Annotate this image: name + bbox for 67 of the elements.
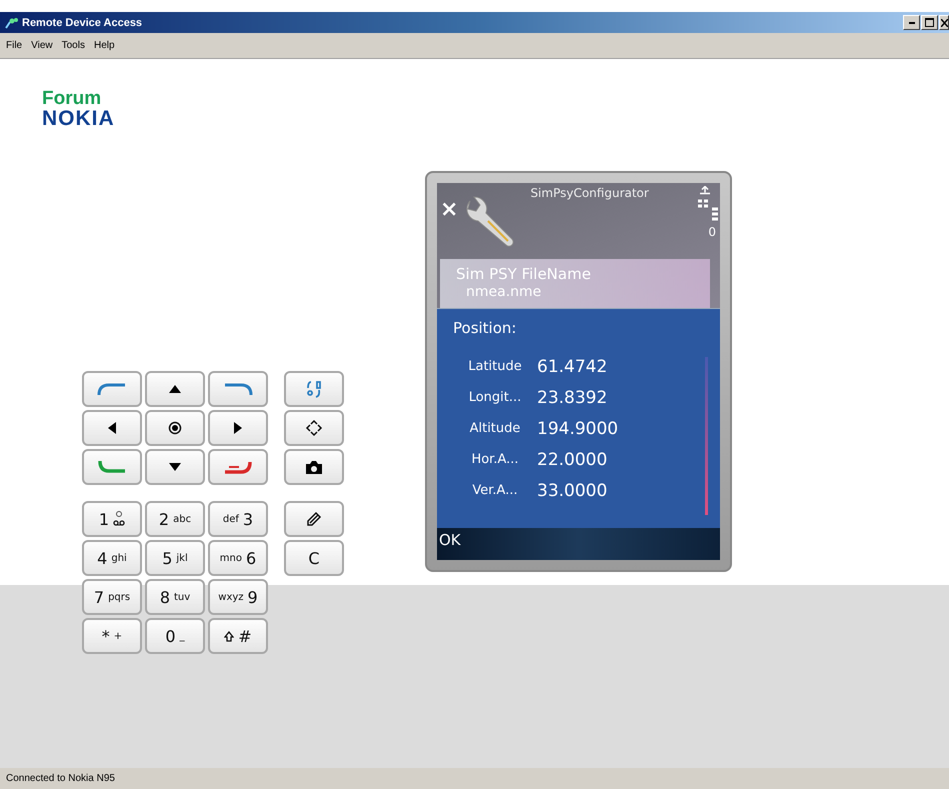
select-icon [168,421,182,435]
multimedia-key-icon [305,419,323,437]
keypad-key[interactable]: 5 jkl [145,540,205,576]
field-value: 61.4742 [537,356,608,376]
voicemail-icon [113,511,126,527]
down-arrow-icon [169,463,181,471]
camera-icon [306,460,322,474]
menu-item[interactable]: View [31,40,53,51]
keypad-key[interactable] [145,410,205,446]
logo-text: NOKIA [42,109,115,129]
close-button[interactable] [939,15,949,30]
field-value: 33.0000 [537,480,608,500]
field-label: Longit... [468,390,522,405]
menu-item[interactable]: Tools [62,40,85,51]
end-call-icon [223,460,253,474]
app-icon [4,16,18,28]
status-indicators-icon [697,186,718,221]
keypad-key[interactable]: 7 pqrs [82,579,142,615]
menu-item[interactable]: File [6,40,22,51]
field-value: 22.0000 [537,450,608,470]
keypad-key[interactable] [284,449,344,485]
field-label: Latitude [467,359,523,374]
keypad-key[interactable] [208,410,268,446]
soft-key-icon [97,382,127,396]
left-arrow-icon [108,422,116,434]
minimize-icon [908,22,914,24]
field-label: Hor.A... [470,452,520,467]
soft-key-icon [223,382,253,396]
keypad-key[interactable]: mno 6 [208,540,268,576]
keypad-key[interactable]: def 3 [208,501,268,537]
clear-key[interactable]: C [284,540,344,576]
right-arrow-icon [234,422,242,434]
shift-icon [224,630,234,642]
scrollbar[interactable] [705,357,708,515]
call-icon [97,460,127,474]
keypad-key[interactable]: 4 ghi [82,540,142,576]
keypad-key[interactable]: 0 _ [145,618,205,654]
keypad-key[interactable] [145,449,205,485]
keypad-key[interactable]: 1 [82,501,142,537]
keypad-key[interactable]: 8 tuv [145,579,205,615]
logo-text: Forum [42,89,102,109]
minimize-button[interactable] [903,15,920,30]
ok-softkey[interactable]: OK [439,531,461,549]
close-icon [940,18,948,26]
keypad-key[interactable] [82,410,142,446]
field-value: 194.9000 [537,418,618,438]
keypad-key[interactable]: 2 abc [145,501,205,537]
keypad-key[interactable] [145,371,205,407]
keypad-key[interactable]: # [208,618,268,654]
signal-digit: 0 [708,225,716,239]
status-text: Connected to Nokia N95 [6,773,115,784]
pencil-icon [306,511,322,527]
keypad-key[interactable] [284,501,344,537]
menu-item[interactable]: Help [94,40,115,51]
keypad-key[interactable]: * + [82,618,142,654]
dialog-heading: Position: [453,319,516,337]
field-label: Altitude [468,421,522,436]
window-title: Remote Device Access [22,16,144,28]
keypad-key[interactable]: wxyz 9 [208,579,268,615]
app-title: SimPsyConfigurator [530,186,649,200]
maximize-icon [925,18,934,27]
maximize-button[interactable] [921,15,938,30]
close-glyph[interactable]: × [440,199,458,221]
field-value: 23.8392 [537,388,608,408]
menu-key-icon [307,380,321,398]
up-arrow-icon [169,385,181,393]
field-label: Ver.A... [471,483,519,498]
